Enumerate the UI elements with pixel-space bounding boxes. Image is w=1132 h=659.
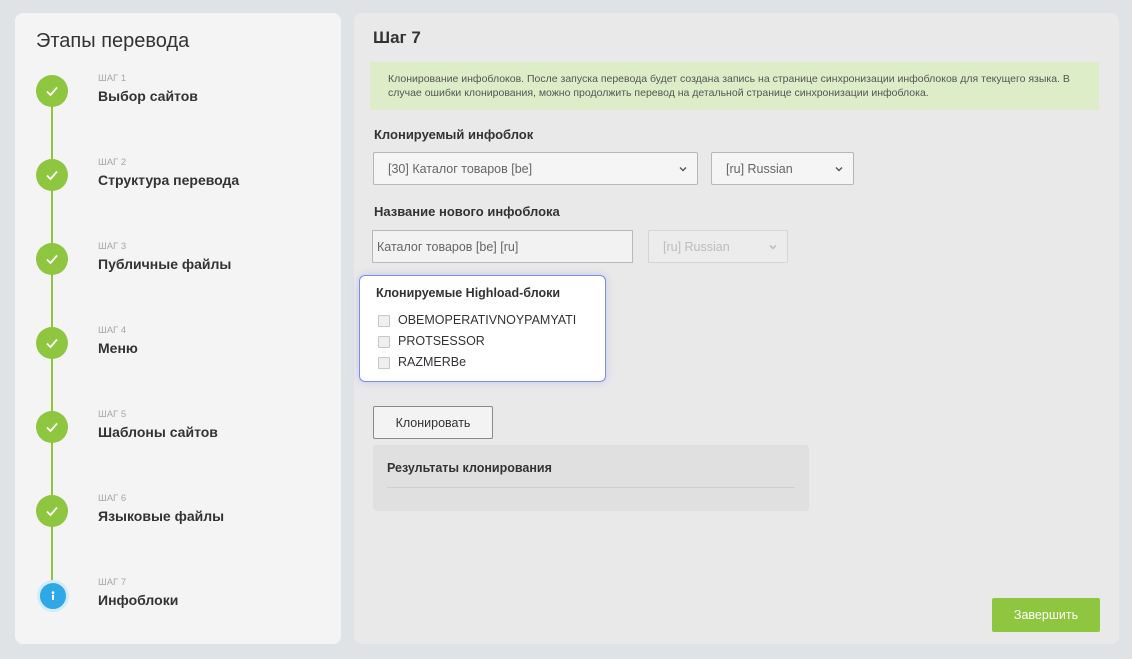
- language-select[interactable]: [ru] Russian: [711, 152, 854, 185]
- info-notice: Клонирование инфоблоков. После запуска п…: [370, 62, 1099, 110]
- highload-item-label: PROTSESSOR: [398, 334, 485, 348]
- step-number: ШАГ 5: [98, 409, 127, 420]
- clone-button[interactable]: Клонировать: [373, 406, 493, 439]
- step-3: ШАГ 3 Публичные файлы: [36, 241, 336, 283]
- step-number: ШАГ 1: [98, 73, 127, 84]
- clone-results-panel: Результаты клонирования: [373, 445, 809, 511]
- iblock-select[interactable]: [30] Каталог товаров [be]: [373, 152, 698, 185]
- step-title: Выбор сайтов: [98, 88, 198, 104]
- cloned-iblock-label: Клонируемый инфоблок: [374, 127, 534, 142]
- page-title: Шаг 7: [373, 28, 421, 47]
- iblock-select-value: [30] Каталог товаров [be]: [388, 162, 533, 176]
- step-7-current: ШАГ 7 Инфоблоки: [36, 577, 336, 619]
- info-icon: [37, 580, 69, 612]
- highload-checkbox[interactable]: [378, 315, 390, 327]
- divider: [387, 487, 795, 488]
- chevron-down-icon: [835, 167, 843, 172]
- step-number: ШАГ 4: [98, 325, 127, 336]
- step-number: ШАГ 2: [98, 157, 127, 168]
- check-icon: [36, 243, 68, 275]
- highload-checkbox[interactable]: [378, 357, 390, 369]
- highload-blocks-title: Клонируемые Highload-блоки: [376, 286, 561, 300]
- step-number: ШАГ 3: [98, 241, 127, 252]
- finish-button[interactable]: Завершить: [992, 598, 1100, 632]
- check-icon: [36, 411, 68, 443]
- new-iblock-name-label: Название нового инфоблока: [374, 204, 560, 219]
- clone-results-title: Результаты клонирования: [387, 461, 552, 475]
- highload-item-label: RAZMERBe: [398, 355, 467, 369]
- highload-blocks-panel: Клонируемые Highload-блоки OBEMOPERATIVN…: [359, 275, 606, 382]
- sidebar-title: Этапы перевода: [36, 30, 190, 52]
- language-select-value: [ru] Russian: [726, 162, 793, 176]
- highload-item-label: OBEMOPERATIVNOYPAMYATI: [398, 313, 577, 327]
- highload-checkbox[interactable]: [378, 336, 390, 348]
- new-language-select[interactable]: [ru] Russian: [648, 230, 788, 263]
- step-number: ШАГ 7: [98, 577, 127, 588]
- step-title: Структура перевода: [98, 172, 240, 188]
- step-title: Публичные файлы: [98, 256, 232, 272]
- step-title: Шаблоны сайтов: [98, 424, 218, 440]
- step-content-panel: Шаг 7 Клонирование инфоблоков. После зап…: [354, 13, 1119, 644]
- step-1: ШАГ 1 Выбор сайтов: [36, 73, 336, 115]
- check-icon: [36, 75, 68, 107]
- chevron-down-icon: [679, 167, 687, 172]
- step-4: ШАГ 4 Меню: [36, 325, 336, 367]
- check-icon: [36, 495, 68, 527]
- check-icon: [36, 327, 68, 359]
- step-title: Меню: [98, 340, 138, 356]
- check-icon: [36, 159, 68, 191]
- step-title: Языковые файлы: [98, 508, 225, 524]
- step-5: ШАГ 5 Шаблоны сайтов: [36, 409, 336, 451]
- steps-sidebar: Этапы перевода ШАГ 1 Выбор сайтов ШАГ 2 …: [15, 13, 341, 644]
- new-iblock-name-input[interactable]: Каталог товаров [be] [ru]: [372, 230, 633, 263]
- step-2: ШАГ 2 Структура перевода: [36, 157, 336, 199]
- step-number: ШАГ 6: [98, 493, 127, 504]
- chevron-down-icon: [769, 245, 777, 250]
- step-title: Инфоблоки: [98, 592, 179, 608]
- step-6: ШАГ 6 Языковые файлы: [36, 493, 336, 535]
- new-language-select-value: [ru] Russian: [663, 240, 730, 254]
